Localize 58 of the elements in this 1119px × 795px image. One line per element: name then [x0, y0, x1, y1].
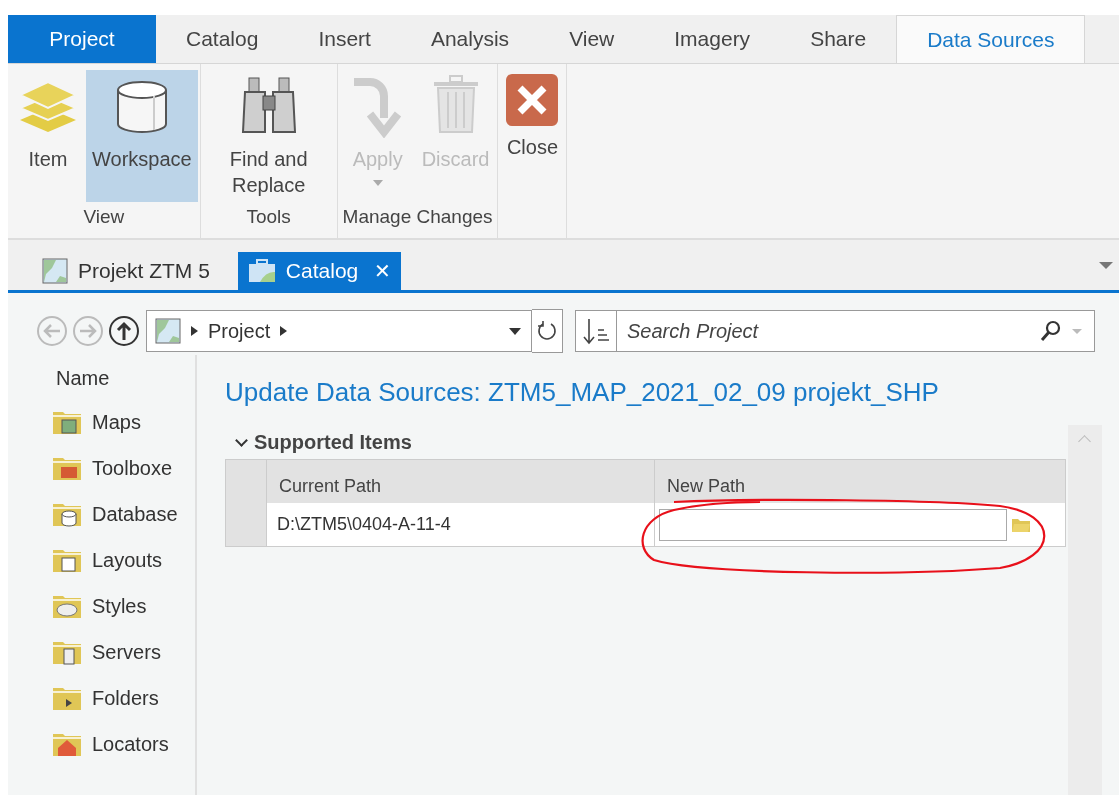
- folder-icon: [52, 409, 82, 435]
- ribbon-tab[interactable]: Catalog: [156, 15, 289, 63]
- ribbon-button[interactable]: Close: [500, 70, 565, 238]
- map-icon: [155, 318, 181, 344]
- ribbon-button[interactable]: Item: [10, 70, 86, 202]
- ribbon-tab[interactable]: Data Sources: [896, 15, 1086, 63]
- sidebar-item[interactable]: Locators: [8, 721, 195, 767]
- close-icon: [506, 74, 559, 126]
- sidebar-item[interactable]: Database: [8, 491, 195, 537]
- ribbon-button[interactable]: Workspace: [86, 70, 198, 202]
- pane-tab[interactable]: Projekt ZTM 5: [32, 252, 220, 290]
- sort-icon: [581, 316, 611, 346]
- sidebar-item[interactable]: Maps: [8, 399, 195, 445]
- sidebar-item[interactable]: Layouts: [8, 537, 195, 583]
- group-label: Manage Changes: [341, 205, 494, 229]
- breadcrumb-field[interactable]: Project: [146, 310, 532, 352]
- table-cell: D:\ZTM5\0404-A-11-4: [267, 503, 655, 546]
- column-header[interactable]: Current Path: [267, 460, 655, 503]
- group-label: View: [82, 205, 126, 229]
- folder-icon: [52, 731, 82, 757]
- dropdown-caret-icon[interactable]: [509, 327, 521, 335]
- ribbon-tab[interactable]: Imagery: [644, 15, 781, 63]
- close-button[interactable]: ✕: [374, 259, 392, 283]
- ribbon-tab[interactable]: View: [539, 15, 645, 63]
- sidebar-item[interactable]: Folders: [8, 675, 195, 721]
- ribbon-tab[interactable]: Share: [780, 15, 897, 63]
- up-icon[interactable]: [108, 315, 140, 347]
- column-header[interactable]: Name: [8, 363, 195, 399]
- search-field[interactable]: Search Project: [617, 310, 1095, 352]
- sort-button[interactable]: [575, 310, 617, 352]
- ribbon-tab[interactable]: Project: [8, 15, 156, 63]
- search-input[interactable]: Search Project: [625, 318, 1030, 344]
- catalog-icon: [247, 259, 276, 283]
- pane-tab[interactable]: Catalog ✕: [237, 252, 402, 290]
- breadcrumb-item[interactable]: Project: [208, 319, 271, 343]
- sidebar-item[interactable]: Styles: [8, 583, 195, 629]
- column-header[interactable]: New Path: [655, 460, 1065, 503]
- chevron-icon[interactable]: [191, 326, 198, 336]
- ribbon-tab[interactable]: Insert: [288, 15, 401, 63]
- sidebar-item[interactable]: Toolboxe: [8, 445, 195, 491]
- folder-icon: [52, 593, 82, 619]
- folder-icon: [52, 501, 82, 527]
- map-icon: [42, 258, 68, 284]
- group-label: Tools: [245, 205, 292, 229]
- ribbon-button[interactable]: Find and Replace: [202, 70, 335, 202]
- section-header[interactable]: Supported Items: [225, 425, 1066, 459]
- sidebar-item[interactable]: Servers: [8, 629, 195, 675]
- page-title: Update Data Sources: ZTM5_MAP_2021_02_09 projekt_SHP: [225, 377, 940, 409]
- refresh-icon: [536, 320, 558, 342]
- folder-icon: [52, 455, 82, 481]
- input-field[interactable]: [659, 508, 1007, 541]
- folder-icon: [52, 639, 82, 665]
- ribbon-tab[interactable]: Analysis: [400, 15, 540, 63]
- folder-icon: [52, 685, 82, 711]
- refresh-button[interactable]: [532, 309, 563, 353]
- chevron-icon[interactable]: [280, 326, 288, 336]
- search-icon[interactable]: [1040, 320, 1062, 342]
- folder-icon: [52, 547, 82, 573]
